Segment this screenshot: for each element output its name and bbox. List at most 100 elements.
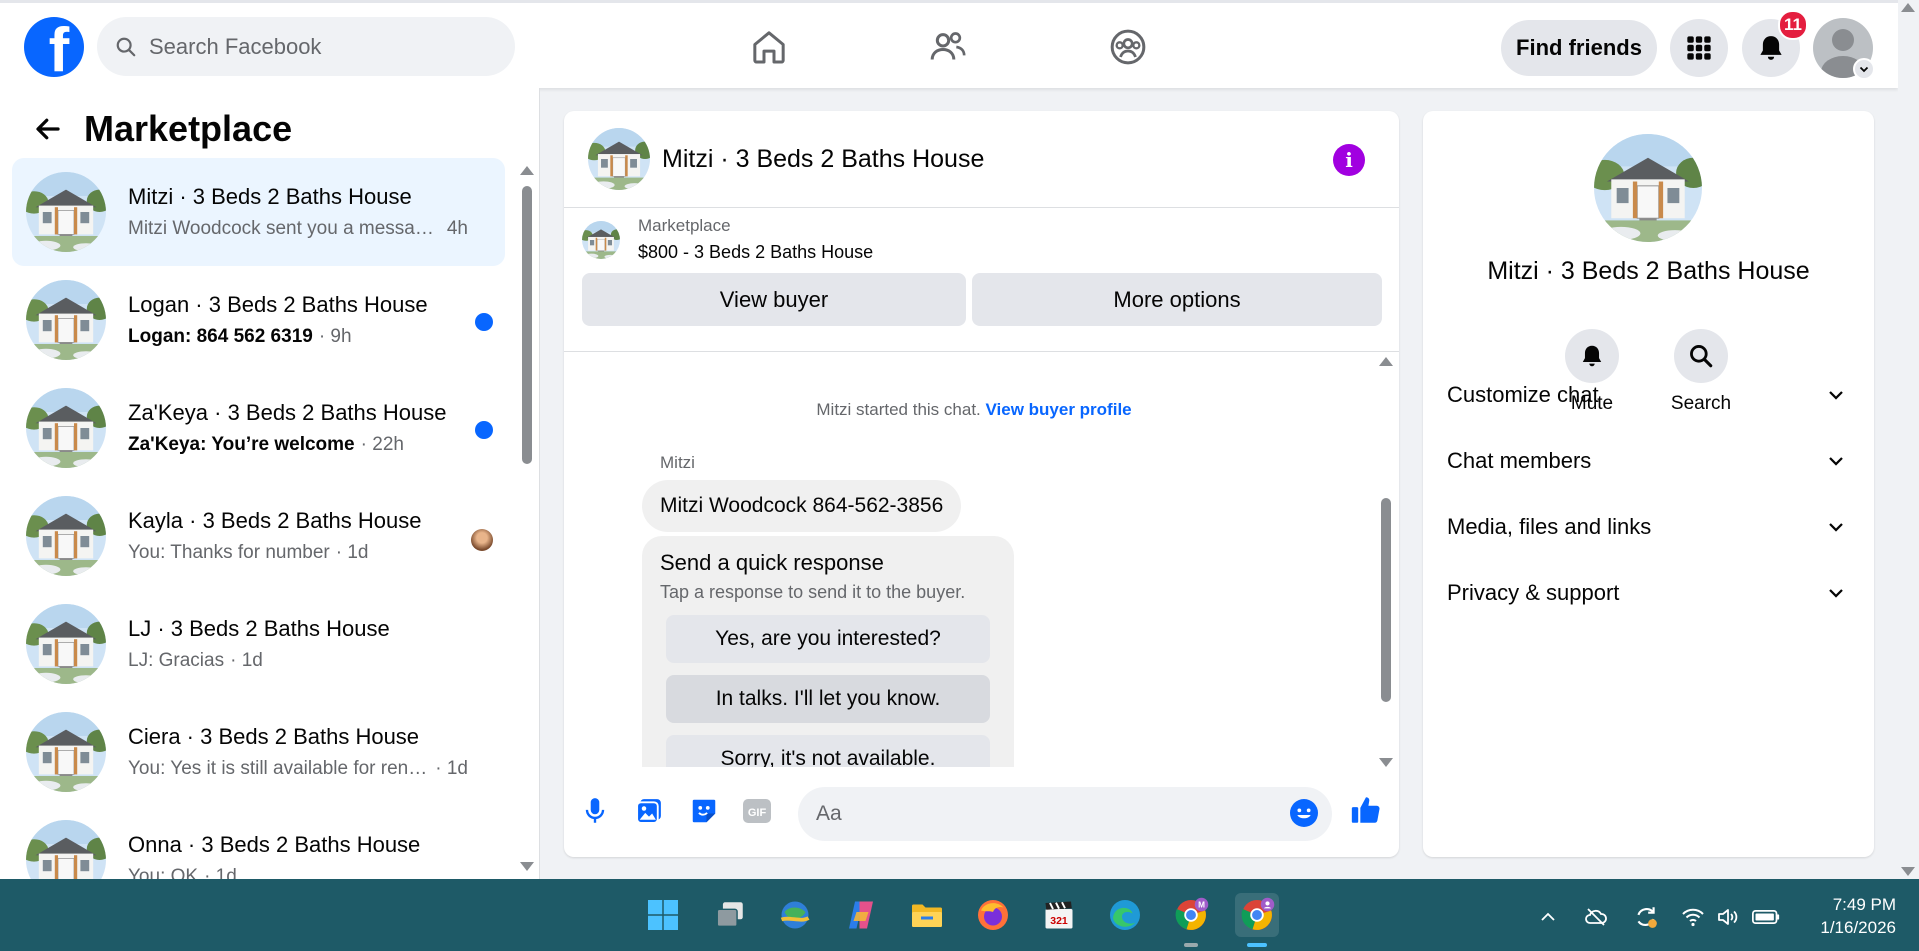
wifi-icon[interactable]: [1679, 903, 1707, 931]
running-indicator: [1184, 943, 1198, 947]
chat-started-notice: Mitzi started this chat. View buyer prof…: [564, 400, 1384, 420]
account-chevron-down-icon[interactable]: [1853, 58, 1875, 80]
conversation-item[interactable]: Za'Keya · 3 Beds 2 Baths House Za'Keya: …: [12, 374, 505, 482]
scrollbar-thumb[interactable]: [1381, 498, 1391, 702]
friends-nav-button[interactable]: [924, 23, 972, 71]
quick-response-button[interactable]: Yes, are you interested?: [666, 615, 990, 663]
listing-thumbnail: [26, 280, 106, 360]
conversation-item[interactable]: Logan · 3 Beds 2 Baths House Logan: 864 …: [12, 266, 505, 374]
firefox-icon[interactable]: [971, 893, 1015, 937]
chat-panel: Mitzi · 3 Beds 2 Baths House i Marketpla…: [564, 111, 1399, 857]
onedrive-offline-icon[interactable]: [1582, 903, 1610, 931]
facebook-logo-icon[interactable]: f: [24, 17, 84, 77]
conversation-preview: LJ: Gracias: [128, 650, 225, 671]
scroll-down-arrow-icon[interactable]: [520, 862, 534, 871]
info-listing-thumbnail[interactable]: [1594, 134, 1702, 242]
listing-thumbnail: [26, 712, 106, 792]
battery-icon[interactable]: [1752, 903, 1780, 931]
conversation-item[interactable]: Kayla · 3 Beds 2 Baths House You: Thanks…: [12, 482, 505, 590]
chrome-profile-m-icon[interactable]: M: [1169, 893, 1213, 947]
copilot-icon[interactable]: [839, 893, 883, 937]
conversation-preview: You: OK: [128, 866, 199, 879]
privacy-support-section[interactable]: Privacy & support: [1447, 563, 1857, 623]
weather-widget-icon[interactable]: [773, 893, 817, 937]
chrome-profile-active-icon[interactable]: [1235, 893, 1279, 947]
message-thread: Mitzi started this chat. View buyer prof…: [564, 352, 1399, 767]
conversation-time: · 1d: [435, 758, 468, 779]
chat-members-section[interactable]: Chat members: [1447, 431, 1857, 491]
conversation-preview: Logan: 864 562 6319: [128, 326, 313, 347]
chat-title[interactable]: Mitzi · 3 Beds 2 Baths House: [662, 145, 984, 174]
conversation-item[interactable]: Ciera · 3 Beds 2 Baths House You: Yes it…: [12, 698, 505, 806]
photo-icon[interactable]: [632, 794, 666, 828]
media-files-links-section[interactable]: Media, files and links: [1447, 497, 1857, 557]
like-thumbs-up-icon[interactable]: [1349, 793, 1383, 827]
conversation-title: Ciera · 3 Beds 2 Baths House: [128, 724, 420, 749]
more-options-button[interactable]: More options: [972, 273, 1382, 326]
view-buyer-button[interactable]: View buyer: [582, 273, 966, 326]
sync-update-icon[interactable]: [1632, 903, 1660, 931]
conversation-item[interactable]: Onna · 3 Beds 2 Baths House You: OK · 1d: [12, 806, 505, 879]
task-view-icon[interactable]: [708, 893, 752, 937]
message-input-field[interactable]: [798, 787, 1332, 841]
microphone-icon[interactable]: [578, 794, 612, 828]
svg-text:GIF: GIF: [748, 807, 767, 819]
windows-start-icon[interactable]: [641, 893, 685, 937]
menu-button[interactable]: [1670, 19, 1728, 77]
chat-listing-thumbnail[interactable]: [588, 128, 650, 190]
home-nav-button[interactable]: [745, 23, 793, 71]
back-arrow-icon[interactable]: [28, 109, 68, 149]
chevron-down-icon: [1829, 589, 1843, 598]
conversation-preview: Mitzi Woodcock sent you a messag...: [128, 218, 441, 239]
message-input[interactable]: [816, 802, 1256, 826]
conversation-item[interactable]: LJ · 3 Beds 2 Baths House LJ: Gracias · 1…: [12, 590, 505, 698]
sticker-icon[interactable]: [687, 794, 721, 828]
scroll-down-arrow-icon[interactable]: [1379, 758, 1393, 767]
sender-name: Mitzi: [660, 453, 695, 472]
search-input[interactable]: [149, 33, 489, 60]
quick-response-button[interactable]: Sorry, it's not available.: [666, 735, 990, 767]
file-explorer-icon[interactable]: [905, 893, 949, 937]
system-clock[interactable]: 7:49 PM 1/16/2026: [1806, 893, 1896, 939]
conversation-item[interactable]: Mitzi · 3 Beds 2 Baths House Mitzi Woodc…: [12, 158, 505, 266]
clapperboard-app-icon[interactable]: 321: [1037, 893, 1081, 937]
scroll-up-arrow-icon[interactable]: [1379, 357, 1393, 366]
chat-scrollbar[interactable]: [1378, 357, 1394, 767]
groups-nav-button[interactable]: [1104, 23, 1152, 71]
scroll-up-arrow-icon[interactable]: [520, 166, 534, 175]
chevron-down-icon: [1829, 457, 1843, 466]
search-icon: [116, 37, 136, 56]
quick-response-button[interactable]: In talks. I'll let you know.: [666, 675, 990, 723]
seen-by-avatar: [471, 529, 493, 551]
sidebar-scrollbar[interactable]: [519, 166, 535, 871]
unread-indicator: [475, 421, 493, 439]
listing-price[interactable]: $800 - 3 Beds 2 Baths House: [638, 242, 873, 263]
search-bar[interactable]: [97, 17, 515, 76]
customize-chat-section[interactable]: Customize chat: [1447, 365, 1857, 425]
emoji-icon[interactable]: [1287, 796, 1321, 830]
volume-icon[interactable]: [1714, 903, 1742, 931]
view-buyer-profile-link[interactable]: View buyer profile: [986, 400, 1132, 419]
conversation-list: Mitzi · 3 Beds 2 Baths House Mitzi Woodc…: [12, 158, 505, 879]
gif-icon[interactable]: GIF: [740, 794, 774, 828]
info-icon[interactable]: i: [1333, 144, 1365, 176]
edge-browser-icon[interactable]: [1103, 893, 1147, 937]
scrollbar-thumb[interactable]: [522, 186, 532, 464]
page-scrollbar[interactable]: [1898, 0, 1919, 879]
scroll-down-arrow-icon[interactable]: [1901, 867, 1915, 876]
section-label: Media, files and links: [1447, 514, 1652, 539]
scroll-up-arrow-icon[interactable]: [1901, 3, 1915, 12]
notifications-button[interactable]: 11: [1742, 10, 1808, 77]
marketplace-inbox-sidebar: Marketplace Mitzi · 3 Beds 2 Baths House…: [0, 88, 540, 879]
chat-header: Mitzi · 3 Beds 2 Baths House i: [564, 111, 1399, 208]
conversation-time: 4h: [446, 218, 468, 239]
show-hidden-icons-chevron-up-icon[interactable]: [1534, 903, 1562, 931]
listing-small-thumbnail[interactable]: [582, 221, 620, 259]
message-bubble[interactable]: Mitzi Woodcock 864-562-3856: [642, 480, 962, 532]
notification-count-badge: 11: [1778, 10, 1808, 40]
listing-summary: Marketplace $800 - 3 Beds 2 Baths House …: [582, 216, 1382, 326]
chevron-down-icon: [1829, 523, 1843, 532]
listing-thumbnail: [26, 820, 106, 879]
conversation-time: · 1d: [335, 542, 369, 563]
find-friends-button[interactable]: Find friends: [1501, 20, 1657, 76]
